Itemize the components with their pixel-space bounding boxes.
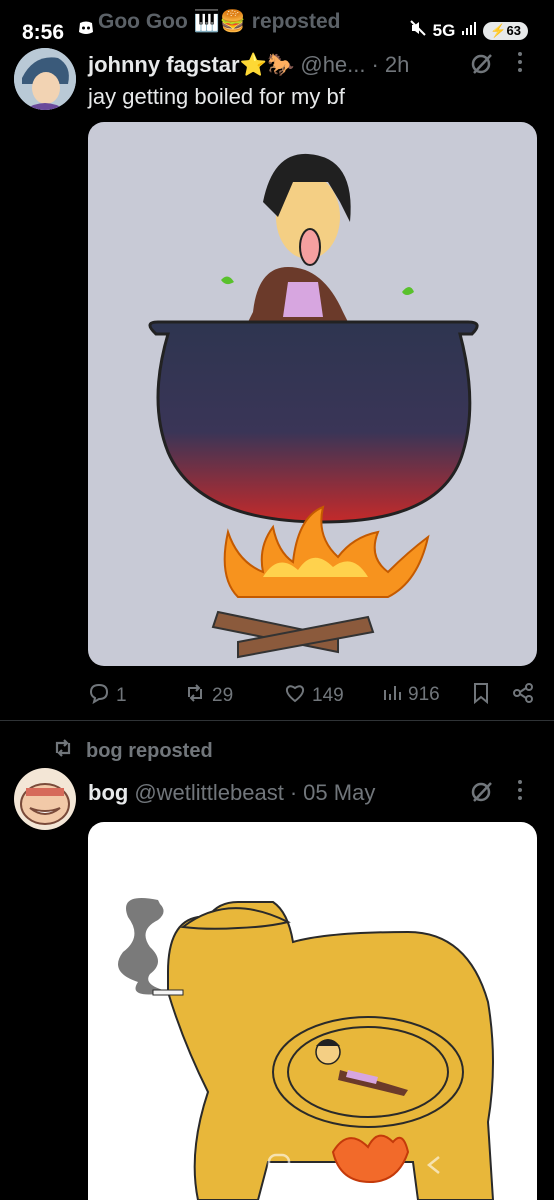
discord-icon (78, 21, 94, 40)
views-button[interactable]: 916 (382, 682, 440, 708)
separator-dot: · (371, 52, 379, 77)
status-time: 8:56 (22, 21, 65, 44)
repost-icon (184, 682, 206, 710)
post-text: jay getting boiled for my bf (88, 84, 345, 109)
share-button[interactable] (512, 682, 534, 710)
display-name[interactable]: bog (88, 780, 128, 806)
system-nav-bar (0, 1140, 554, 1200)
reply-count: 1 (116, 685, 127, 706)
bookmark-icon (472, 682, 490, 710)
reply-icon (88, 682, 110, 710)
status-indicators: 5G ⚡63 (409, 19, 528, 42)
heart-icon (284, 682, 306, 710)
post-header: bog @wetlittlebeast · 05 May (88, 780, 375, 806)
share-icon (512, 682, 534, 710)
post-time[interactable]: 2h (385, 52, 409, 78)
grok-icon[interactable] (470, 52, 494, 83)
battery-indicator: ⚡63 (483, 21, 528, 40)
back-button[interactable] (424, 1154, 444, 1182)
views-icon (382, 682, 402, 708)
more-options-icon[interactable] (516, 50, 524, 80)
post-divider (0, 720, 554, 721)
reply-button[interactable]: 1 (88, 682, 127, 710)
avatar[interactable] (14, 768, 76, 830)
post-time[interactable]: 05 May (303, 780, 375, 806)
bookmark-button[interactable] (472, 682, 490, 710)
display-name[interactable]: johnny fagstar⭐🐎 (88, 52, 294, 78)
like-button[interactable]: 149 (284, 682, 344, 710)
post-image[interactable] (88, 122, 537, 666)
signal-icon (461, 20, 477, 41)
repost-label: bog reposted (86, 739, 213, 762)
handle[interactable]: @he... (300, 52, 365, 78)
repost-indicator[interactable]: bog reposted (52, 738, 213, 764)
more-options-icon[interactable] (516, 778, 524, 808)
mute-icon (409, 19, 427, 42)
views-count: 916 (408, 684, 440, 705)
like-count: 149 (312, 685, 344, 706)
network-label: 5G (432, 20, 456, 40)
repost-button[interactable]: 29 (184, 682, 233, 710)
home-button[interactable] (266, 1152, 292, 1184)
post-actions: 1 29 149 916 (84, 676, 544, 712)
repost-count: 29 (212, 685, 234, 706)
separator-dot: · (289, 780, 298, 805)
previous-repost-header: Goo Goo 🎹🍔 reposted (98, 10, 341, 33)
repost-icon (52, 738, 74, 764)
handle[interactable]: @wetlittlebeast (134, 780, 284, 806)
recent-apps-button[interactable] (112, 1154, 136, 1182)
grok-icon[interactable] (470, 780, 494, 811)
avatar[interactable] (14, 48, 76, 110)
status-bar: Goo Goo 🎹🍔 reposted 8:56 5G ⚡63 (0, 0, 554, 60)
post-header: johnny fagstar⭐🐎 @he... · 2h (88, 52, 409, 78)
